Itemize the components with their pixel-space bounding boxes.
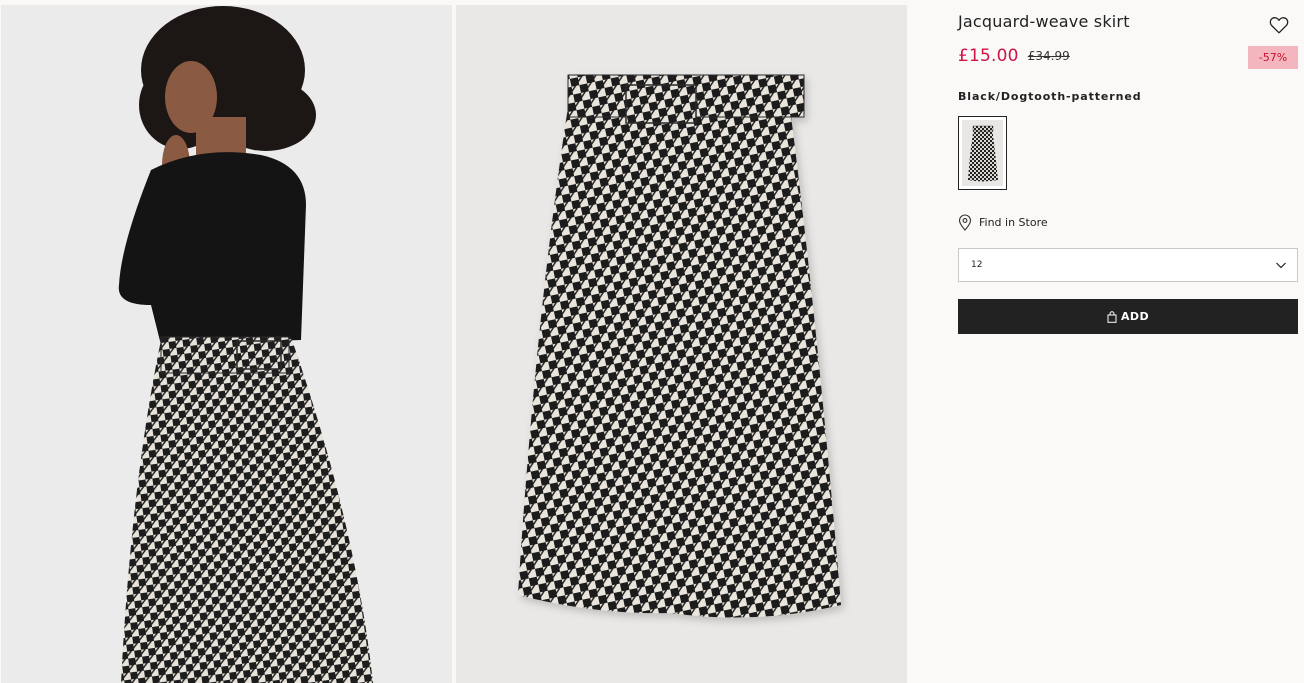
product-image-model[interactable] <box>1 5 452 683</box>
product-title: Jacquard-weave skirt <box>958 12 1130 31</box>
add-button-label: ADD <box>1121 310 1149 323</box>
price-row: £15.00 £34.99 <box>958 46 1070 68</box>
flat-lay-illustration <box>456 5 907 683</box>
find-in-store-link[interactable]: Find in Store <box>958 213 1048 231</box>
swatch-skirt-thumbnail <box>962 120 1003 186</box>
original-price: £34.99 <box>1027 49 1070 63</box>
discount-badge: -57% <box>1248 46 1298 69</box>
favorite-button[interactable] <box>1268 14 1290 36</box>
color-swatch-selected[interactable] <box>958 116 1007 190</box>
product-image-flat[interactable] <box>456 5 907 683</box>
swatch-thumbnail <box>962 120 1003 186</box>
sale-price: £15.00 <box>958 46 1019 66</box>
size-selected-value: 12 <box>971 260 983 270</box>
color-name: Black/Dogtooth-patterned <box>958 90 1142 103</box>
add-to-bag-button[interactable]: ADD <box>958 299 1298 334</box>
shopping-bag-icon <box>1107 310 1117 323</box>
product-page: Jacquard-weave skirt £15.00 £34.99 -57% … <box>0 0 1304 683</box>
size-dropdown[interactable]: 12 <box>958 248 1298 282</box>
chevron-down-icon <box>1275 259 1287 271</box>
heart-icon <box>1269 17 1289 34</box>
model-photo-illustration <box>1 5 452 683</box>
location-pin-icon <box>958 214 972 231</box>
find-in-store-label: Find in Store <box>979 215 1048 229</box>
product-details-panel: Jacquard-weave skirt £15.00 £34.99 -57% … <box>958 0 1298 683</box>
